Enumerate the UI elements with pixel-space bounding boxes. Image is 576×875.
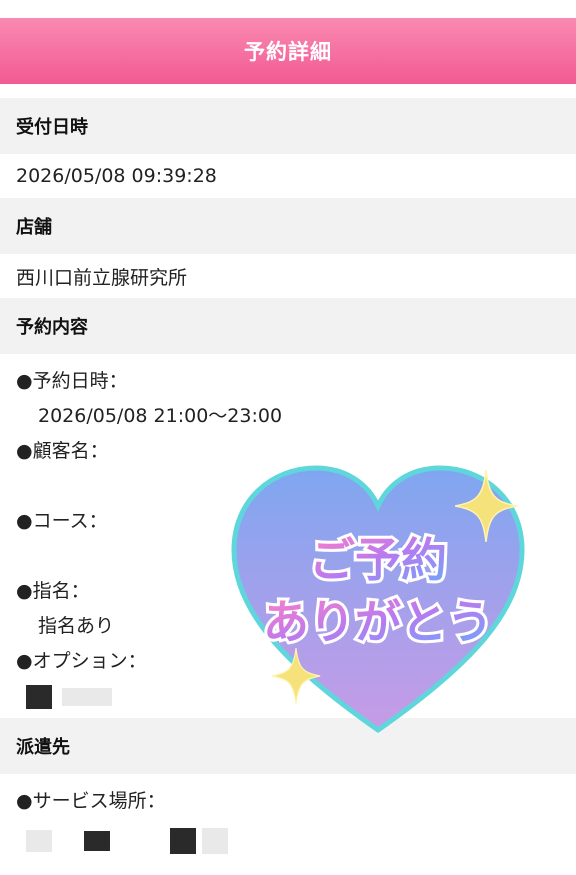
store-name: 西川口前立腺研究所 [16, 266, 188, 289]
redacted-block [170, 827, 197, 854]
store-label: 店舗 [16, 217, 52, 238]
dispatch-label: 派遣先 [16, 737, 70, 758]
store-value-row: 西川口前立腺研究所 [0, 254, 576, 298]
sparkle-icon [271, 648, 321, 704]
service-place-redacted [16, 819, 560, 854]
section-header-reservation: 予約内容 [0, 298, 576, 354]
reservation-date-label: ●予約日時： [16, 370, 128, 392]
service-place-label: ●サービス場所： [16, 790, 166, 812]
page-title: 予約詳細 [244, 40, 332, 64]
redacted-block [62, 687, 113, 706]
reservation-label: 予約内容 [16, 317, 88, 338]
section-header-store: 店舗 [0, 198, 576, 254]
received-value-row: 2026/05/08 09:39:28 [0, 154, 576, 198]
redacted-block [84, 830, 111, 851]
redacted-block [26, 829, 52, 852]
redacted-block [26, 684, 52, 709]
section-header-received: 受付日時 [0, 98, 576, 154]
received-label: 受付日時 [16, 117, 88, 138]
received-datetime: 2026/05/08 09:39:28 [16, 165, 217, 187]
reservation-date-value: 2026/05/08 21:00～23:00 [38, 405, 283, 427]
dispatch-details: ●サービス場所： [0, 774, 576, 875]
sticker-line2: ありがとう [263, 595, 493, 649]
page-header: 予約詳細 [0, 18, 576, 84]
sticker-line1: ご予約 [309, 533, 447, 587]
sparkle-icon [455, 470, 517, 542]
redacted-block [202, 827, 229, 854]
top-spacer [0, 0, 576, 18]
